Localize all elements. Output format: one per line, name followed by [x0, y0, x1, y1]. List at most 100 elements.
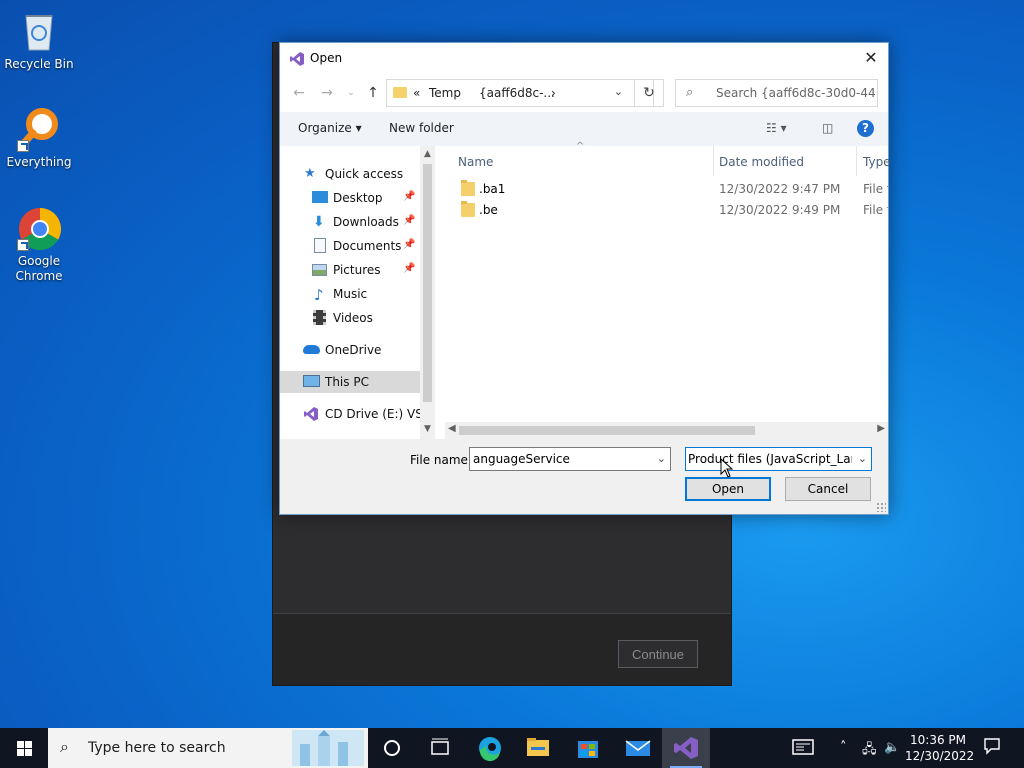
back-arrow-icon[interactable]: ←: [290, 84, 308, 102]
column-separator[interactable]: [856, 146, 857, 176]
address-bar[interactable]: « Temp {aaff6d8c-... › ⌄: [386, 79, 654, 107]
column-header-name[interactable]: Name: [458, 155, 493, 169]
address-dropdown-icon[interactable]: ⌄: [614, 85, 623, 98]
nav-pictures[interactable]: Pictures 📌: [280, 259, 420, 281]
scroll-up-icon[interactable]: ▲: [420, 149, 435, 159]
address-overflow[interactable]: «: [413, 86, 420, 100]
scroll-down-icon[interactable]: ▼: [420, 424, 435, 434]
microsoft-store-icon[interactable]: [564, 728, 612, 768]
start-button[interactable]: [0, 728, 48, 768]
nav-cd-drive[interactable]: CD Drive (E:) VS20: [280, 403, 435, 425]
column-separator[interactable]: [713, 146, 714, 176]
chevron-up-icon[interactable]: ˄: [840, 740, 847, 755]
new-folder-button[interactable]: New folder: [389, 121, 454, 135]
download-icon: ⬇: [313, 214, 325, 230]
edge-browser-icon[interactable]: [466, 728, 514, 768]
mail-icon[interactable]: [614, 728, 662, 768]
organize-button[interactable]: Organize ▾: [298, 121, 362, 135]
nav-music[interactable]: ♪ Music: [280, 283, 420, 305]
dialog-titlebar[interactable]: Open ✕: [280, 43, 888, 74]
navigation-bar: ← → ⌄ ↑ « Temp {aaff6d8c-... › ⌄ ↻ ⌕ Sea…: [280, 74, 888, 112]
visual-studio-installer-icon[interactable]: [662, 728, 710, 768]
column-header-date[interactable]: Date modified: [719, 155, 804, 169]
clock-date: 12/30/2022: [905, 749, 975, 763]
desktop-icon-recycle-bin[interactable]: Recycle Bin: [1, 8, 77, 72]
chevron-down-icon[interactable]: ⌄: [657, 452, 666, 465]
search-input[interactable]: ⌕ Search {aaff6d8c-30d0-4446-...: [675, 79, 878, 107]
star-icon: ★: [304, 166, 316, 181]
close-button[interactable]: ✕: [854, 43, 888, 74]
clock-time: 10:36 PM: [910, 733, 966, 747]
task-view-icon[interactable]: [416, 728, 464, 768]
nav-onedrive[interactable]: OneDrive: [280, 339, 420, 361]
file-name-label: File name:: [410, 453, 472, 467]
file-name-input[interactable]: anguageService ⌄: [469, 447, 671, 471]
pictures-icon: [312, 264, 327, 276]
search-icon: ⌕: [686, 85, 694, 100]
visual-studio-icon: [303, 406, 319, 422]
breadcrumb-folder[interactable]: {aaff6d8c-...: [479, 86, 555, 100]
volume-icon[interactable]: 🔈: [884, 740, 900, 755]
open-button[interactable]: Open: [685, 477, 771, 501]
folder-icon: [461, 180, 475, 196]
nav-quick-access[interactable]: ★ Quick access: [280, 163, 420, 185]
pin-icon: 📌: [403, 215, 416, 226]
search-icon: ⌕: [60, 737, 69, 756]
column-header-type[interactable]: Type: [863, 155, 891, 169]
nav-videos[interactable]: Videos: [280, 307, 420, 329]
breadcrumb-separator[interactable]: ›: [551, 86, 556, 100]
task-view-cortana-icon[interactable]: [368, 728, 416, 768]
notification-icon[interactable]: [983, 737, 1001, 759]
desktop-icon-label: Everything: [6, 155, 72, 169]
network-icon[interactable]: 🖧: [862, 740, 877, 762]
navigation-scrollbar[interactable]: ▲ ▼: [420, 146, 435, 439]
resize-grip-icon[interactable]: [876, 502, 886, 512]
cancel-button[interactable]: Cancel: [785, 477, 871, 501]
videos-icon: [313, 310, 326, 325]
document-icon: [314, 238, 326, 253]
chevron-down-icon[interactable]: ⌄: [858, 452, 867, 465]
nav-this-pc[interactable]: This PC: [280, 371, 420, 393]
dialog-title: Open: [310, 51, 343, 65]
recent-locations-chevron-icon[interactable]: ⌄: [342, 84, 360, 102]
desktop-icon-google-chrome[interactable]: Google Chrome: [1, 205, 77, 284]
scrollbar-thumb[interactable]: [459, 426, 755, 435]
pin-icon: 📌: [403, 239, 416, 250]
view-options-icon[interactable]: ☷ ▾: [766, 121, 787, 135]
news-widget-icon[interactable]: [792, 738, 814, 760]
refresh-icon[interactable]: ↻: [634, 79, 664, 107]
nav-downloads[interactable]: ⬇ Downloads 📌: [280, 211, 420, 233]
music-icon: ♪: [314, 286, 324, 304]
continue-button[interactable]: Continue: [618, 640, 698, 668]
scroll-right-icon[interactable]: ▶: [877, 423, 885, 434]
visual-studio-icon: [289, 51, 305, 67]
nav-documents[interactable]: Documents 📌: [280, 235, 420, 257]
folder-icon: [461, 201, 475, 217]
mouse-cursor-icon: [720, 457, 734, 478]
preview-pane-icon[interactable]: ◫: [822, 121, 833, 135]
forward-arrow-icon[interactable]: →: [318, 84, 336, 102]
file-row[interactable]: .ba1 12/30/2022 9:47 PM File folder: [457, 178, 888, 199]
open-file-dialog: Open ✕ ← → ⌄ ↑ « Temp {aaff6d8c-... › ⌄ …: [279, 42, 891, 515]
navigation-pane: ★ Quick access Desktop 📌 ⬇ Downloads 📌 D…: [280, 146, 435, 439]
pin-icon: 📌: [403, 263, 416, 274]
sort-up-icon: ^: [576, 141, 585, 152]
taskbar-search-input[interactable]: ⌕ Type here to search: [48, 728, 368, 768]
horizontal-scrollbar[interactable]: ◀ ▶: [445, 422, 888, 439]
nav-desktop[interactable]: Desktop 📌: [280, 187, 420, 209]
windows-logo-icon-part: [25, 749, 32, 756]
shortcut-arrow-icon: [17, 239, 29, 251]
scroll-left-icon[interactable]: ◀: [448, 423, 456, 434]
scrollbar-thumb[interactable]: [423, 164, 432, 402]
breadcrumb-temp[interactable]: Temp: [429, 86, 461, 100]
up-arrow-icon[interactable]: ↑: [364, 84, 382, 102]
desktop-icon-label: Recycle Bin: [4, 57, 74, 71]
desktop-icon-everything[interactable]: Everything: [1, 106, 77, 170]
dialog-body: ★ Quick access Desktop 📌 ⬇ Downloads 📌 D…: [280, 141, 891, 439]
file-row[interactable]: .be 12/30/2022 9:49 PM File folder: [457, 199, 888, 220]
help-icon[interactable]: ?: [857, 120, 874, 137]
system-clock[interactable]: 10:36 PM 12/30/2022: [905, 732, 975, 764]
file-explorer-icon[interactable]: [514, 728, 562, 768]
file-type-select[interactable]: Product files (JavaScript_LanguageServic…: [685, 447, 872, 471]
cloud-icon: [303, 345, 320, 354]
